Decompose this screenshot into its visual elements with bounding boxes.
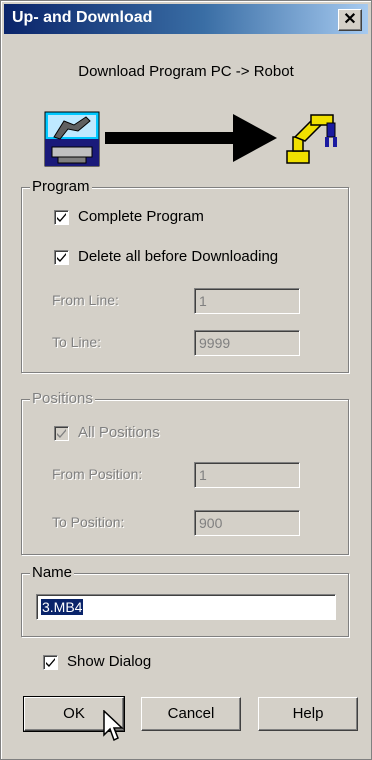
close-button[interactable]: ✕ bbox=[338, 9, 362, 31]
positions-group: Positions All Positions From Position: 1… bbox=[21, 390, 349, 555]
cancel-button[interactable]: Cancel bbox=[141, 697, 241, 731]
checkmark-icon bbox=[57, 429, 66, 438]
from-position-label: From Position: bbox=[52, 466, 143, 482]
all-positions-label: All Positions bbox=[78, 424, 160, 441]
to-position-label: To Position: bbox=[52, 514, 125, 530]
to-position-field[interactable]: 900 bbox=[194, 510, 300, 536]
from-line-field[interactable]: 1 bbox=[194, 288, 300, 314]
to-line-field[interactable]: 9999 bbox=[194, 330, 300, 356]
checkmark-icon bbox=[46, 658, 55, 667]
checkmark-icon bbox=[57, 213, 66, 222]
mouse-pointer-icon bbox=[103, 710, 124, 742]
up-and-download-dialog: Up- and Download ✕ Download Program PC -… bbox=[0, 0, 372, 760]
from-position-field[interactable]: 1 bbox=[194, 462, 300, 488]
checkbox-box[interactable] bbox=[54, 210, 69, 225]
name-group: Name 3.MB4 bbox=[21, 564, 349, 637]
checkbox-box[interactable] bbox=[54, 426, 69, 441]
transfer-direction-label: Download Program PC -> Robot bbox=[78, 63, 294, 80]
title-bar[interactable]: Up- and Download ✕ bbox=[4, 4, 368, 34]
show-dialog-label: Show Dialog bbox=[67, 653, 152, 670]
pc-icon bbox=[44, 111, 100, 167]
program-legend: Program bbox=[30, 178, 92, 195]
complete-program-label: Complete Program bbox=[78, 208, 204, 225]
from-line-label: From Line: bbox=[52, 292, 119, 308]
to-line-label: To Line: bbox=[52, 334, 102, 350]
right-arrow-icon bbox=[105, 114, 277, 162]
window-title: Up- and Download bbox=[12, 9, 153, 26]
help-button[interactable]: Help bbox=[258, 697, 358, 731]
name-field[interactable]: 3.MB4 bbox=[36, 594, 336, 620]
checkmark-icon bbox=[57, 253, 66, 262]
name-value: 3.MB4 bbox=[41, 599, 84, 615]
robot-icon bbox=[286, 114, 337, 164]
checkbox-box[interactable] bbox=[43, 655, 58, 670]
positions-legend: Positions bbox=[30, 390, 95, 407]
delete-before-download-label: Delete all before Downloading bbox=[78, 248, 279, 265]
program-group: Program Complete Program Delete all befo… bbox=[21, 178, 349, 373]
checkbox-box[interactable] bbox=[54, 250, 69, 265]
name-legend: Name bbox=[30, 564, 75, 581]
